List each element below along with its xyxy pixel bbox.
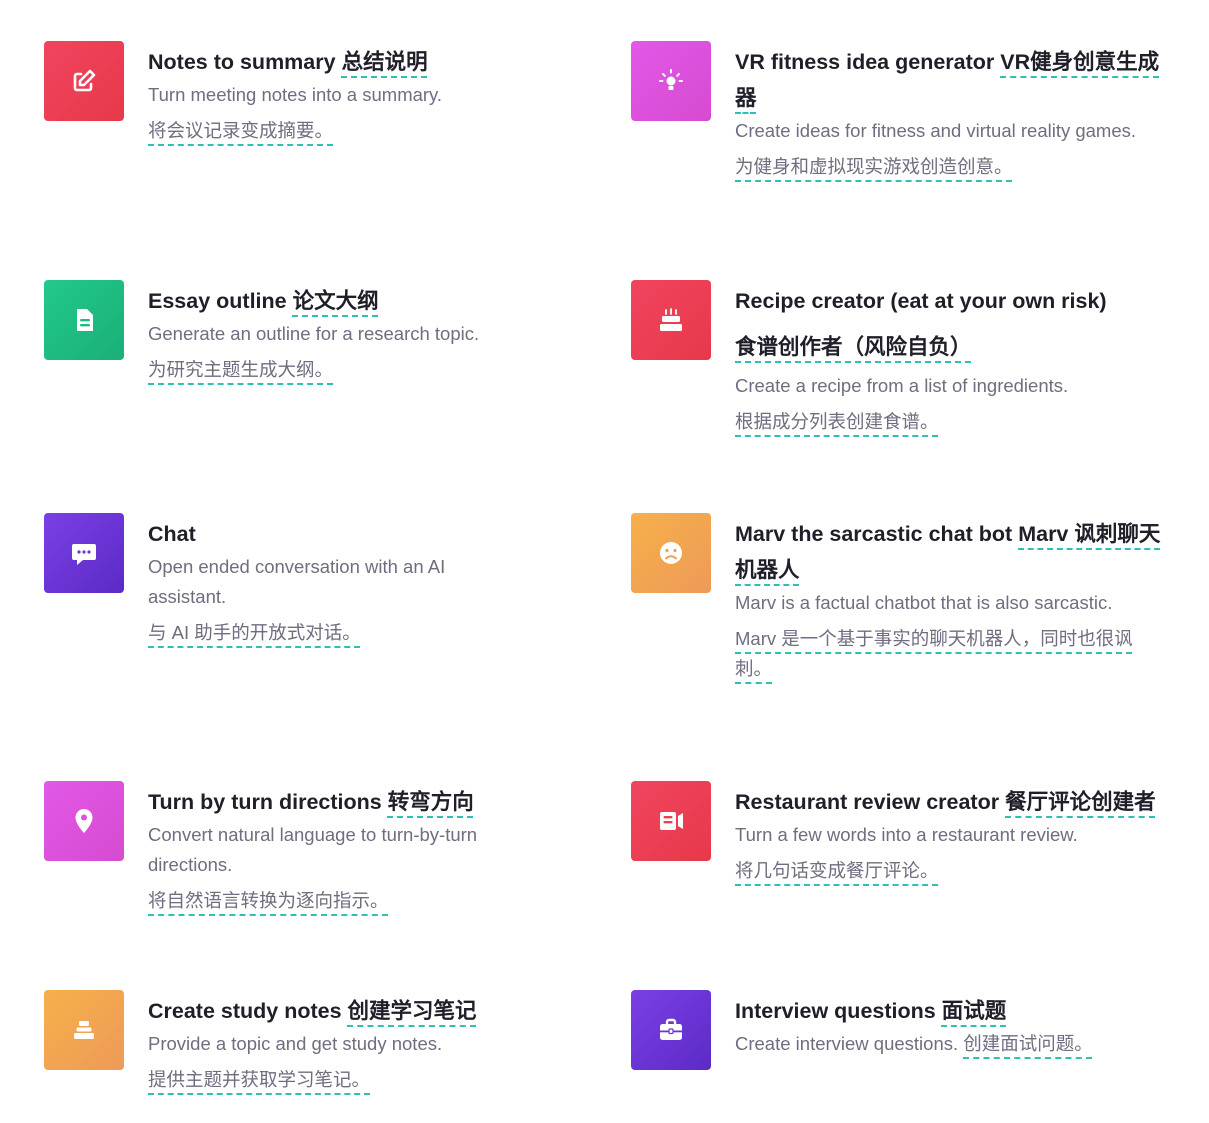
card-description-zh: 为研究主题生成大纲。	[148, 359, 334, 380]
card-title: Marv the sarcastic chat bot Marv 讽刺聊天机器人	[735, 522, 1161, 582]
card-icon-tile	[44, 280, 124, 360]
card-title: Create study notes 创建学习笔记	[148, 999, 477, 1023]
card-icon-tile	[631, 41, 711, 121]
edit-icon	[69, 66, 99, 96]
card-icon-tile	[631, 513, 711, 593]
card-icon-tile	[44, 513, 124, 593]
card-description: Create a recipe from a list of ingredien…	[735, 375, 1069, 396]
card-description-zh: 创建面试问题。	[963, 1033, 1093, 1054]
card-title: Chat	[148, 522, 196, 546]
card-icon-tile	[631, 990, 711, 1070]
card-description: Turn meeting notes into a summary.	[148, 84, 443, 105]
card-title: Notes to summary 总结说明	[148, 50, 428, 74]
frown-face-icon	[656, 538, 686, 568]
card-description: Provide a topic and get study notes.	[148, 1033, 443, 1054]
card-title: VR fitness idea generator VR健身创意生成器	[735, 50, 1160, 110]
card-description: Marv is a factual chatbot that is also s…	[735, 592, 1113, 613]
card-icon-tile	[44, 781, 124, 861]
cake-icon	[656, 305, 686, 335]
card-description-zh: 将自然语言转换为逐向指示。	[148, 890, 389, 911]
lightbulb-icon	[656, 66, 686, 96]
document-icon	[69, 305, 99, 335]
card-description: Convert natural language to turn-by-turn…	[148, 824, 478, 875]
card-description-zh: 与 AI 助手的开放式对话。	[148, 622, 361, 643]
card-description-zh: 将会议记录变成摘要。	[148, 120, 334, 141]
card-description: Generate an outline for a research topic…	[148, 323, 480, 344]
card-title: Recipe creator (eat at your own risk) 食谱创…	[735, 289, 1107, 359]
stack-icon	[69, 1015, 99, 1045]
card-description-zh: 将几句话变成餐厅评论。	[735, 860, 939, 881]
review-icon	[656, 806, 686, 836]
map-pin-icon	[69, 806, 99, 836]
card-description-zh: 提供主题并获取学习笔记。	[148, 1069, 371, 1090]
card-title: Essay outline 论文大纲	[148, 289, 379, 313]
card-description: Create interview questions. 创建面试问题。	[735, 1033, 1093, 1054]
card-description-zh: 根据成分列表创建食谱。	[735, 411, 939, 432]
card-description-zh: Marv 是一个基于事实的聊天机器人，同时也很讽刺。	[735, 628, 1133, 679]
card-description: Open ended conversation with an AI assis…	[148, 556, 446, 607]
card-description: Turn a few words into a restaurant revie…	[735, 824, 1078, 845]
chat-bubble-icon	[69, 538, 99, 568]
card-icon-tile	[631, 781, 711, 861]
card-description-zh: 为健身和虚拟现实游戏创造创意。	[735, 156, 1013, 177]
card-icon-tile	[631, 280, 711, 360]
briefcase-icon	[656, 1015, 686, 1045]
card-description: Create ideas for fitness and virtual rea…	[735, 120, 1137, 141]
card-title: Turn by turn directions 转弯方向	[148, 790, 474, 814]
card-icon-tile	[44, 41, 124, 121]
card-title: Restaurant review creator 餐厅评论创建者	[735, 790, 1156, 814]
card-icon-tile	[44, 990, 124, 1070]
card-title: Interview questions 面试题	[735, 999, 1007, 1023]
